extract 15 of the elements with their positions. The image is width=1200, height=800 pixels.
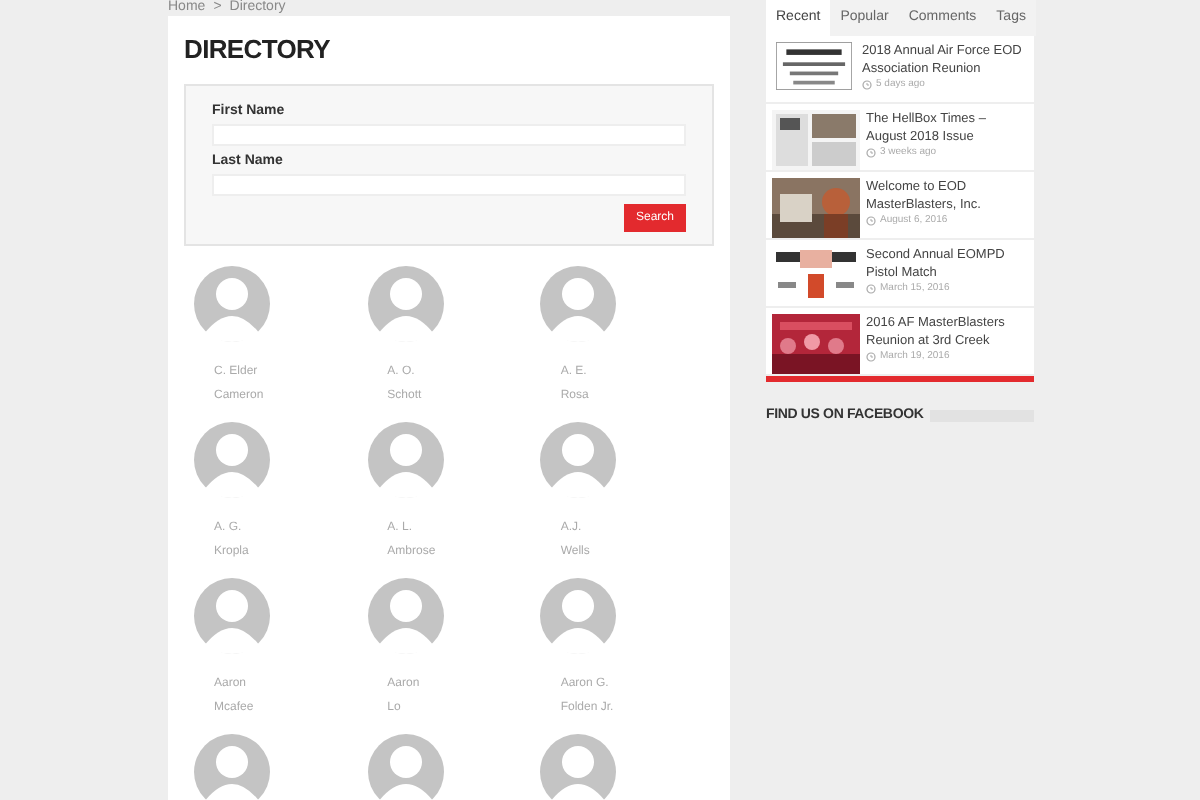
avatar-icon [194,578,270,654]
clock-icon [866,216,876,226]
avatar-icon [367,266,444,342]
clock-icon [866,352,876,362]
avatar-icon [367,422,444,498]
avatar-icon [367,578,444,654]
avatar-icon [194,422,270,498]
clock-icon [862,80,872,90]
clock-icon [866,284,876,294]
avatar-icon [194,266,270,342]
avatar-icon [540,578,617,654]
clock-icon [866,148,876,158]
avatar-icon [540,266,617,342]
page-title: DIRECTORY [184,36,332,62]
avatar-icon [540,422,617,498]
